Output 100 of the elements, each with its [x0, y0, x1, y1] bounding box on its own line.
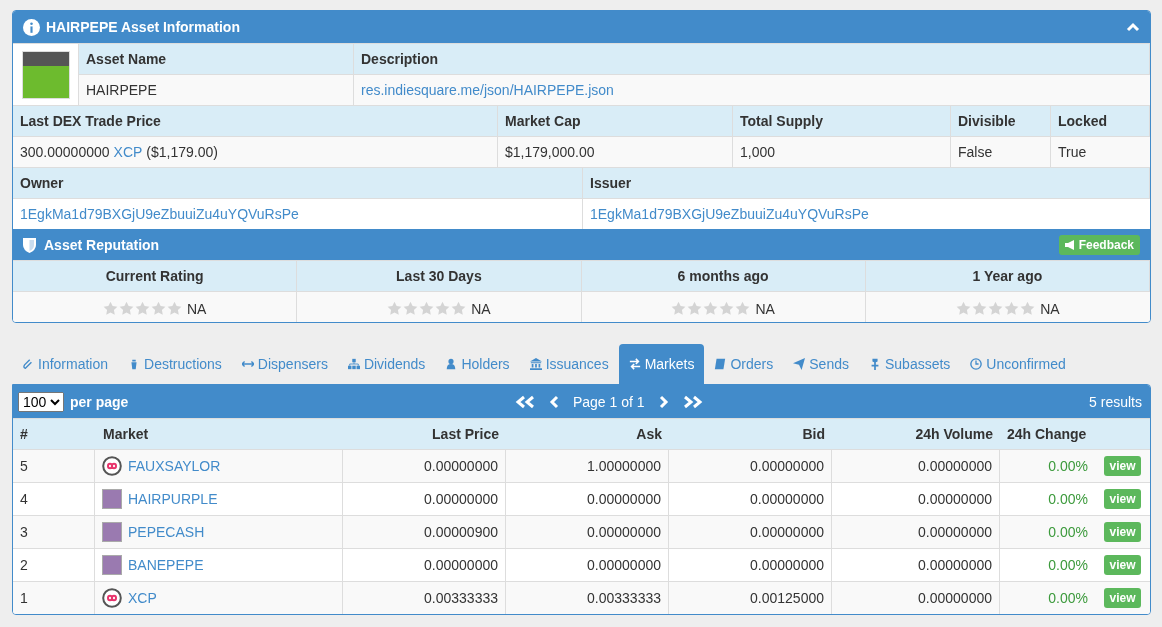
change-cell: 0.00% — [1000, 449, 1095, 482]
column-header: 6 months ago — [581, 260, 866, 291]
token-image-placeholder — [102, 489, 122, 509]
page-indicator: Page 1 of 1 — [572, 393, 645, 410]
column-header: Owner — [13, 167, 583, 198]
double-chevron-right-icon[interactable] — [682, 394, 703, 409]
view-button[interactable]: view — [1104, 489, 1141, 509]
tab[interactable]: Information — [12, 344, 119, 384]
feedback-button[interactable]: Feedback — [1058, 234, 1140, 255]
change-cell: 0.00% — [1000, 581, 1095, 614]
issuer-link[interactable]: 1EgkMa1d79BXGjU9eZbuuiZu4uYQVuRsPe — [590, 206, 869, 222]
tab[interactable]: Subassets — [858, 344, 961, 384]
tab[interactable]: Dividends — [337, 344, 436, 384]
table-cell: 0.00333333 — [343, 581, 506, 614]
market-link[interactable]: FAUXSAYLOR — [128, 458, 221, 474]
arrows-icon — [241, 358, 254, 370]
exchange-icon — [628, 358, 641, 370]
column-header: 1 Year ago — [865, 260, 1150, 291]
tab[interactable]: Orders — [704, 344, 784, 384]
star-icon — [1004, 301, 1020, 316]
table-cell: 4 — [13, 482, 95, 515]
star-icon — [687, 301, 703, 316]
column-header: Ask — [506, 418, 669, 449]
view-button[interactable]: view — [1104, 522, 1141, 542]
table-cell: 0.00000000 — [832, 581, 1000, 614]
price-value: 300.00000000 — [20, 144, 110, 160]
star-icon — [956, 301, 972, 316]
market-link[interactable]: XCP — [128, 590, 157, 606]
table-cell: 0.00000000 — [832, 449, 1000, 482]
market-link[interactable]: HAIRPURPLE — [128, 491, 218, 507]
star-icon — [419, 301, 435, 316]
description-link[interactable]: res.indiesquare.me/json/HAIRPEPE.json — [361, 82, 614, 98]
column-header: Last DEX Trade Price — [13, 105, 498, 136]
tab[interactable]: Destructions — [118, 344, 232, 384]
column-header: Current Rating — [13, 260, 298, 291]
column-header: 24h Change — [1000, 418, 1095, 449]
bank-icon — [529, 358, 542, 370]
column-header: Bid — [669, 418, 832, 449]
token-logo-icon — [102, 456, 122, 476]
table-cell: 1.00000000 — [506, 449, 669, 482]
star-icon — [671, 301, 687, 316]
user-icon — [445, 358, 458, 370]
table-cell: True — [1051, 136, 1150, 167]
change-cell: 0.00% — [1000, 515, 1095, 548]
collapse-icon[interactable] — [1126, 22, 1140, 32]
table-cell: 0.00333333 — [506, 581, 669, 614]
clock-icon — [970, 358, 983, 370]
tab[interactable]: Unconfirmed — [960, 344, 1076, 384]
column-header: Last Price — [343, 418, 506, 449]
shield-icon — [23, 236, 36, 253]
view-button[interactable]: view — [1104, 588, 1141, 608]
market-link[interactable]: PEPECASH — [128, 524, 205, 540]
column-header: Description — [354, 43, 1150, 74]
table-cell: 0.00000000 — [343, 548, 506, 581]
table-cell: 0.00000000 — [669, 515, 832, 548]
per-page-select[interactable]: 100 — [18, 391, 64, 412]
table-cell: False — [951, 136, 1051, 167]
rating-value: NA — [471, 300, 491, 317]
book-icon — [714, 358, 727, 370]
table-cell: HAIRPEPE — [79, 74, 354, 105]
view-button[interactable]: view — [1104, 456, 1141, 476]
market-link[interactable]: BANEPEPE — [128, 557, 204, 573]
tab[interactable]: Holders — [435, 344, 520, 384]
table-cell: 0.00000000 — [669, 548, 832, 581]
star-icon — [988, 301, 1004, 316]
table-cell: 0.00000000 — [832, 548, 1000, 581]
star-icon — [1020, 301, 1036, 316]
double-chevron-left-icon[interactable] — [514, 394, 535, 409]
column-header: 24h Volume — [832, 418, 1000, 449]
star-icon — [403, 301, 419, 316]
paperclip-icon — [22, 358, 34, 370]
table-cell: 1 — [13, 581, 95, 614]
column-header: Asset Name — [79, 43, 354, 74]
chevron-right-icon[interactable] — [658, 394, 669, 409]
table-cell: 0.00000000 — [832, 482, 1000, 515]
table-cell: 1,000 — [733, 136, 951, 167]
sitemap-icon — [347, 358, 360, 370]
star-icon — [703, 301, 719, 316]
view-button[interactable]: view — [1104, 555, 1141, 575]
panel-title: HAIRPEPE Asset Information — [46, 19, 241, 35]
tab[interactable]: Dispensers — [231, 344, 338, 384]
tab[interactable]: Issuances — [519, 344, 619, 384]
currency-link[interactable]: XCP — [113, 144, 143, 160]
table-cell: 5 — [13, 449, 95, 482]
table-cell: 0.00000000 — [343, 482, 506, 515]
rating-value: NA — [755, 300, 775, 317]
table-cell: $1,179,000.00 — [498, 136, 733, 167]
table-cell: 0.00000000 — [669, 482, 832, 515]
table-cell: 3 — [13, 515, 95, 548]
column-header: Issuer — [583, 167, 1150, 198]
owner-link[interactable]: 1EgkMa1d79BXGjU9eZbuuiZu4uYQVuRsPe — [20, 206, 299, 222]
table-cell: 0.00000000 — [832, 515, 1000, 548]
token-image-placeholder — [102, 555, 122, 575]
results-count: 5 results — [1089, 393, 1142, 410]
tab[interactable]: Markets — [618, 344, 705, 384]
chevron-left-icon[interactable] — [548, 394, 559, 409]
star-icon — [102, 301, 118, 316]
table-cell: 0.00000000 — [506, 548, 669, 581]
rating-value: NA — [1040, 300, 1060, 317]
tab[interactable]: Sends — [783, 344, 859, 384]
